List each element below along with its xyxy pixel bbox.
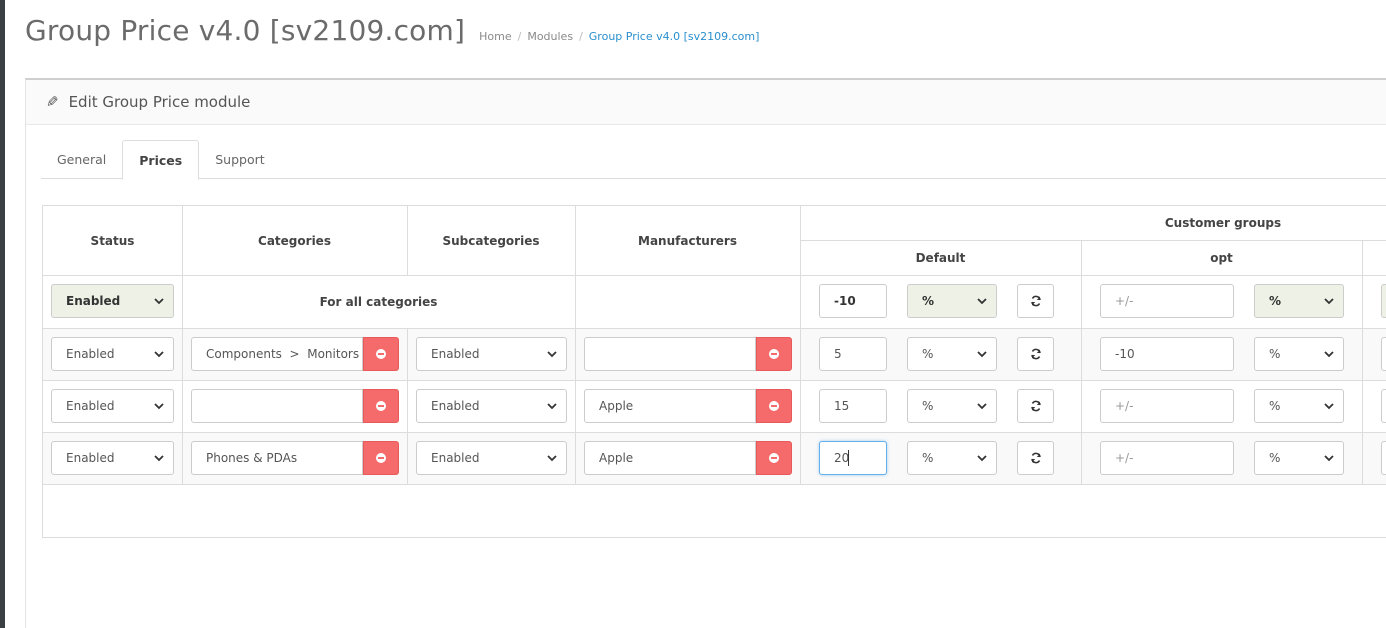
text-cursor: [848, 450, 849, 466]
remove-manufacturer-button[interactable]: [756, 337, 792, 371]
window-edge: [0, 0, 5, 628]
refresh-button[interactable]: [1017, 284, 1054, 318]
remove-category-button[interactable]: [363, 389, 399, 423]
opt-group-value-input[interactable]: +/-: [1100, 389, 1234, 423]
subcategories-select[interactable]: Enabled: [416, 337, 567, 371]
default-group-value-input[interactable]: -10: [819, 284, 887, 318]
refresh-icon: [1030, 348, 1041, 360]
default-group-unit-select[interactable]: %: [907, 337, 997, 371]
minus-circle-icon: [769, 401, 779, 411]
header-categories: Categories: [258, 233, 331, 248]
category-field[interactable]: Phones & PDAs: [191, 441, 363, 475]
chevron-down-icon: [154, 298, 164, 305]
chevron-down-icon: [977, 298, 987, 305]
manufacturer-field[interactable]: [584, 337, 756, 371]
opt-group-refresh-button-partial[interactable]: [1381, 337, 1386, 371]
chevron-down-icon: [977, 455, 987, 462]
header-customer-groups: Customer groups: [1164, 216, 1282, 230]
manufacturer-field[interactable]: Apple: [584, 441, 756, 475]
minus-circle-icon: [769, 349, 779, 359]
breadcrumb-home[interactable]: Home: [479, 30, 511, 43]
tab-support[interactable]: Support: [199, 140, 280, 179]
opt-group-refresh-button-partial[interactable]: [1381, 389, 1386, 423]
opt-group-unit-select[interactable]: %: [1254, 337, 1344, 371]
page-header: Group Price v4.0 [sv2109.com] Home / Mod…: [25, 14, 759, 54]
row-status-select[interactable]: Enabled: [51, 441, 174, 475]
chevron-down-icon: [547, 351, 557, 358]
default-group-unit-select[interactable]: %: [907, 441, 997, 475]
chevron-down-icon: [154, 403, 164, 410]
breadcrumb-current[interactable]: Group Price v4.0 [sv2109.com]: [589, 30, 760, 43]
chevron-down-icon: [547, 455, 557, 462]
refresh-icon: [1030, 452, 1041, 464]
tab-bar: General Prices Support: [41, 140, 1386, 180]
refresh-icon: [1030, 400, 1041, 412]
default-group-unit-select[interactable]: %: [907, 389, 997, 423]
edit-panel: ✎ Edit Group Price module General Prices…: [25, 78, 1386, 628]
category-field[interactable]: [191, 389, 363, 423]
header-manufacturers: Manufacturers: [638, 233, 737, 248]
subcategories-select[interactable]: Enabled: [416, 441, 567, 475]
breadcrumb-separator: /: [579, 30, 583, 43]
chevron-down-icon: [1324, 298, 1334, 305]
chevron-down-icon: [977, 403, 987, 410]
row-status-select[interactable]: Enabled: [51, 337, 174, 371]
tab-prices[interactable]: Prices: [122, 140, 200, 180]
row-status-select[interactable]: Enabled: [51, 389, 174, 423]
page-title: Group Price v4.0 [sv2109.com]: [25, 14, 466, 47]
remove-category-button[interactable]: [363, 337, 399, 371]
tab-general[interactable]: General: [41, 140, 122, 179]
chevron-down-icon: [154, 455, 164, 462]
chevron-down-icon: [154, 351, 164, 358]
breadcrumb-modules[interactable]: Modules: [527, 30, 573, 43]
breadcrumb-separator: /: [517, 30, 522, 43]
minus-circle-icon: [376, 349, 386, 359]
remove-manufacturer-button[interactable]: [756, 441, 792, 475]
chevron-down-icon: [1324, 403, 1334, 410]
minus-circle-icon: [376, 453, 386, 463]
refresh-button[interactable]: [1017, 441, 1054, 475]
refresh-button[interactable]: [1017, 337, 1054, 371]
header-group-opt: opt: [1210, 250, 1233, 265]
manufacturer-field[interactable]: Apple: [584, 389, 756, 423]
category-field[interactable]: Components > Monitors: [191, 337, 363, 371]
opt-group-unit-select[interactable]: %: [1254, 389, 1344, 423]
refresh-button[interactable]: [1017, 389, 1054, 423]
header-subcategories: Subcategories: [442, 233, 540, 248]
chevron-down-icon: [1324, 351, 1334, 358]
default-group-value-input[interactable]: 20: [819, 441, 887, 475]
remove-category-button[interactable]: [363, 441, 399, 475]
panel-title: Edit Group Price module: [68, 93, 251, 111]
chevron-down-icon: [977, 351, 987, 358]
prices-table: Status Categories Subcategories Manufact…: [42, 205, 1386, 538]
opt-group-unit-select[interactable]: %: [1254, 441, 1344, 475]
opt-group-refresh-button-partial[interactable]: [1381, 284, 1386, 318]
breadcrumb: Home / Modules / Group Price v4.0 [sv210…: [479, 30, 759, 43]
minus-circle-icon: [376, 401, 386, 411]
opt-group-refresh-button-partial[interactable]: [1381, 441, 1386, 475]
all-categories-label: For all categories: [319, 294, 438, 309]
chevron-down-icon: [1324, 455, 1334, 462]
header-group-default: Default: [915, 250, 966, 265]
remove-manufacturer-button[interactable]: [756, 389, 792, 423]
refresh-icon: [1030, 295, 1041, 307]
panel-heading: ✎ Edit Group Price module: [26, 80, 1386, 125]
default-status-select[interactable]: Enabled: [51, 284, 174, 318]
opt-group-value-input[interactable]: +/-: [1100, 441, 1234, 475]
subcategories-select[interactable]: Enabled: [416, 389, 567, 423]
header-status: Status: [90, 233, 135, 248]
default-group-value-input[interactable]: 15: [819, 389, 887, 423]
default-group-unit-select[interactable]: %: [907, 284, 997, 318]
opt-group-value-input[interactable]: -10: [1100, 337, 1234, 371]
opt-group-unit-select[interactable]: %: [1254, 284, 1344, 318]
chevron-down-icon: [547, 403, 557, 410]
minus-circle-icon: [769, 453, 779, 463]
pencil-icon: ✎: [46, 93, 59, 111]
default-group-value-input[interactable]: 5: [819, 337, 887, 371]
opt-group-value-input[interactable]: +/-: [1100, 284, 1234, 318]
